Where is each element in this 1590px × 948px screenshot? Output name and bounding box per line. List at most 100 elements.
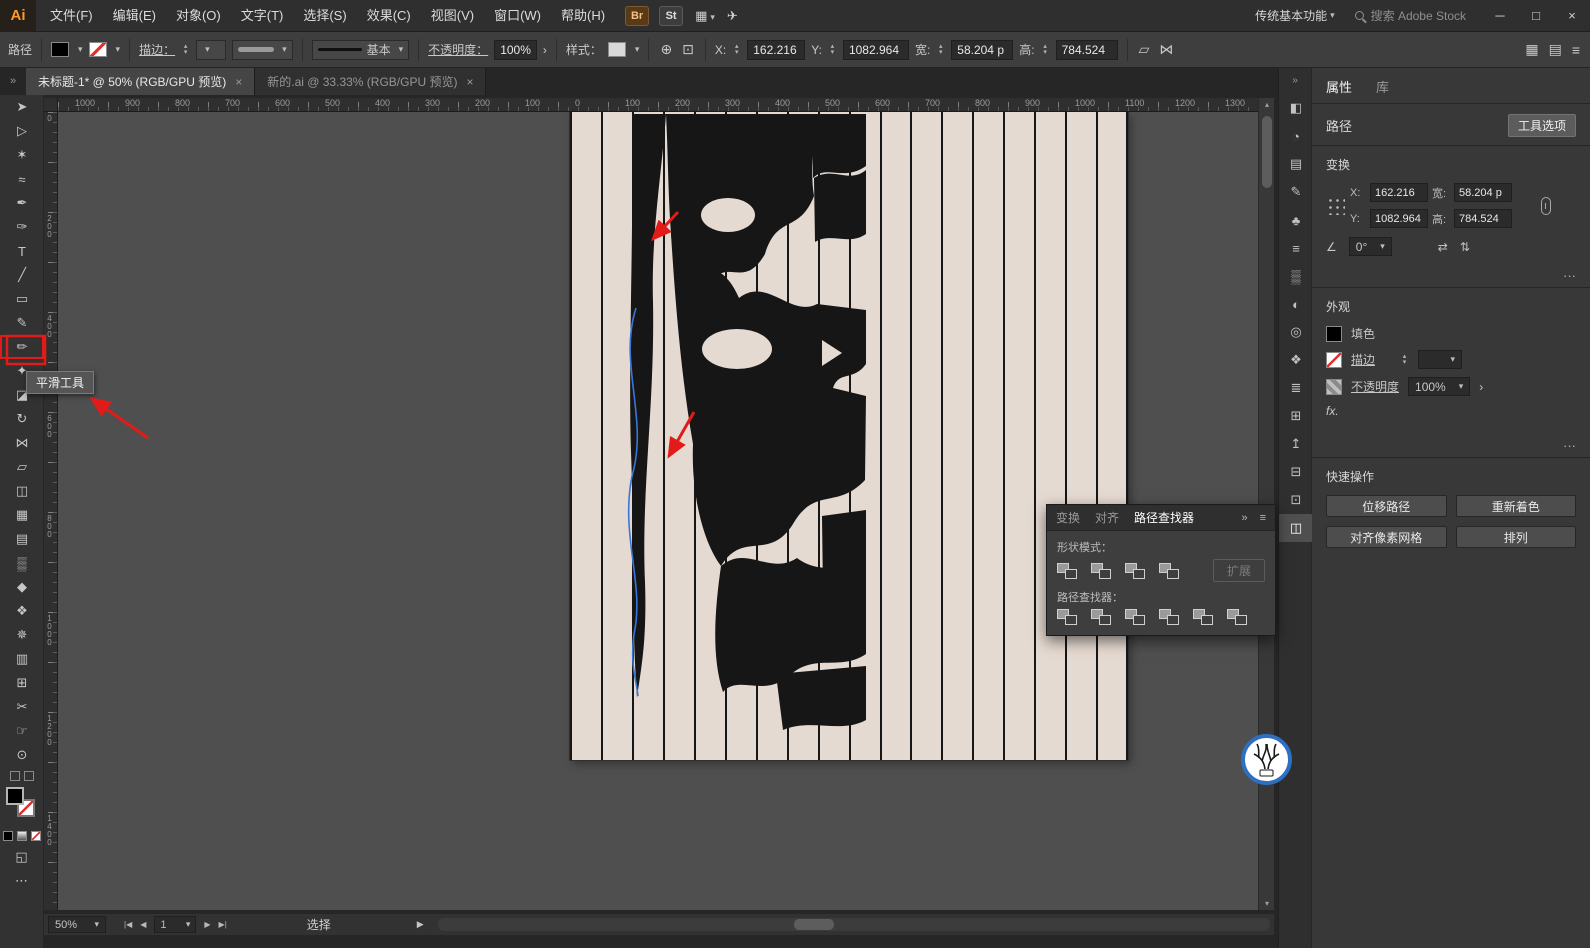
recolor-button[interactable]: 重新着色 [1455,495,1576,517]
panel-icon-artboards[interactable]: ⊞ [1279,402,1313,430]
document-setup-icon[interactable]: ⊕ [660,41,672,58]
collapse-panels-icon[interactable]: » [1279,68,1311,94]
document-tab-active[interactable]: 未标题-1* @ 50% (RGB/GPU 预览) × [26,68,256,95]
menu-effect[interactable]: 效果(C) [357,0,421,31]
crop-icon[interactable] [1159,609,1179,625]
opacity-label[interactable]: 不透明度： [428,41,488,58]
magic-wand-tool[interactable]: ✶ [0,143,44,167]
panel-icon-pathfinder[interactable]: ◫ [1279,514,1313,542]
paintbrush-tool[interactable]: ✎ [0,311,44,335]
effects-button[interactable]: fx. [1326,404,1339,418]
flip-horizontal-icon[interactable]: ⇄ [1438,240,1448,254]
height-input[interactable] [1454,209,1512,228]
perspective-grid-tool[interactable]: ▦ [0,503,44,527]
default-colors-icon[interactable] [9,771,20,781]
control-menu-icon[interactable]: ≡ [1572,42,1580,58]
stroke-color-swatch[interactable] [1326,351,1342,368]
stroke-weight-stepper[interactable]: ▴ ▾ [1400,353,1409,366]
artboard-tool[interactable]: ⊞ [0,671,44,695]
minimize-button[interactable]: ─ [1482,0,1518,31]
brush-definition-select[interactable]: 基本 ▾ [311,39,410,60]
free-transform-tool[interactable]: ▱ [0,455,44,479]
type-tool[interactable]: T [0,239,44,263]
align-pixel-grid-button[interactable]: 对齐像素网格 [1326,526,1447,548]
tab-align[interactable]: 对齐 [1095,509,1119,526]
horizontal-scrollbar[interactable] [437,918,1270,931]
divide-icon[interactable] [1057,609,1077,625]
color-mode-icon[interactable] [2,831,13,841]
panel-icon-brushes[interactable]: ✎ [1279,178,1313,206]
close-tab-icon[interactable]: × [235,75,242,89]
slice-tool[interactable]: ✂ [0,695,44,719]
fill-color-swatch[interactable] [1326,325,1342,342]
panel-icon-color[interactable]: ◧ [1279,94,1313,122]
panel-icon-graphic-styles[interactable]: ❖ [1279,346,1313,374]
menu-window[interactable]: 窗口(W) [484,0,551,31]
preferences-icon[interactable]: ⊡ [682,41,694,58]
stepper-down-icon[interactable]: ▾ [1400,359,1409,366]
opacity-input[interactable]: 100% [494,39,537,60]
blend-tool[interactable]: ❖ [0,599,44,623]
last-artboard-icon[interactable]: ▶| [219,920,227,929]
share-icon[interactable]: ✈ [727,8,738,24]
menu-object[interactable]: 对象(O) [166,0,231,31]
x-input[interactable] [1370,183,1428,202]
merge-icon[interactable] [1125,609,1145,625]
menu-select[interactable]: 选择(S) [293,0,356,31]
opacity-swatch[interactable] [1326,378,1342,395]
panel-icon-transparency[interactable]: ◐ [1279,290,1313,318]
panel-icon-asset-export[interactable]: ↥ [1279,430,1313,458]
direct-selection-tool[interactable]: ▷ [0,119,44,143]
opacity-disclosure-icon[interactable]: › [1479,380,1483,394]
rectangle-tool[interactable]: ▭ [0,287,44,311]
stepper-down-icon[interactable]: ▾ [828,49,837,56]
line-segment-tool[interactable]: ╱ [0,263,44,287]
panel-icon-symbols[interactable]: ♣ [1279,206,1313,234]
panel-icon-appearance[interactable]: ◎ [1279,318,1313,346]
screen-mode-icon[interactable]: ◱ [0,849,43,865]
selection-tool[interactable]: ➤ [0,95,44,119]
opacity-select[interactable]: 100% ▾ [1408,377,1471,396]
fill-color-swatch[interactable] [51,42,70,57]
panel-icon-transform[interactable]: ⊡ [1279,486,1313,514]
toolbar-collapse-icon[interactable]: » [0,68,26,95]
isolate-icon[interactable]: ⋈ [1159,41,1173,58]
stroke-weight-stepper[interactable]: ▴ ▾ [181,43,190,56]
panel-layout-icon[interactable]: ▤ [1549,41,1562,58]
ruler-origin-corner[interactable] [44,98,58,112]
swap-colors-icon[interactable] [23,771,34,781]
horizontal-ruler[interactable]: 1000 900 800 700 600 500 400 300 200 100… [58,98,1258,112]
panel-menu-icon[interactable]: ≡ [1260,512,1266,524]
panel-icon-align[interactable]: ⊟ [1279,458,1313,486]
menu-file[interactable]: 文件(F) [40,0,103,31]
opacity-disclosure-icon[interactable]: › [543,43,547,57]
align-grid-icon[interactable]: ▦ [1525,41,1538,58]
shear-icon[interactable]: ▱ [1139,41,1150,58]
unite-icon[interactable] [1057,562,1077,579]
chevron-down-icon[interactable]: ▾ [635,44,640,55]
column-graph-tool[interactable]: ▥ [0,647,44,671]
lasso-tool[interactable]: ≈ [0,167,44,191]
menu-type[interactable]: 文字(T) [231,0,294,31]
x-input[interactable]: 162.216 [747,39,806,60]
outline-icon[interactable] [1193,609,1213,625]
expand-button[interactable]: 扩展 [1212,559,1265,582]
width-stepper[interactable]: ▴ ▾ [936,43,945,56]
opacity-label[interactable]: 不透明度 [1351,378,1399,395]
edit-toolbar-icon[interactable]: ⋯ [0,873,43,889]
stock-button[interactable]: St [659,5,684,26]
y-input[interactable]: 1082.964 [842,39,909,60]
mesh-tool[interactable]: ▤ [0,527,44,551]
appearance-more-options-icon[interactable]: ··· [1312,436,1590,457]
first-artboard-icon[interactable]: |◀ [124,920,132,929]
fill-color-box[interactable] [6,787,24,805]
menu-help[interactable]: 帮助(H) [551,0,615,31]
width-tool[interactable]: ⋈ [0,431,44,455]
close-tab-icon[interactable]: × [466,75,473,89]
panel-icon-stroke[interactable]: ≡ [1279,234,1313,262]
menu-edit[interactable]: 编辑(E) [103,0,166,31]
document-tab[interactable]: 新的.ai @ 33.33% (RGB/GPU 预览) × [255,68,487,95]
transform-more-options-icon[interactable]: ··· [1312,266,1590,287]
width-profile-select[interactable]: ▾ [232,39,293,60]
minus-front-icon[interactable] [1091,562,1111,579]
